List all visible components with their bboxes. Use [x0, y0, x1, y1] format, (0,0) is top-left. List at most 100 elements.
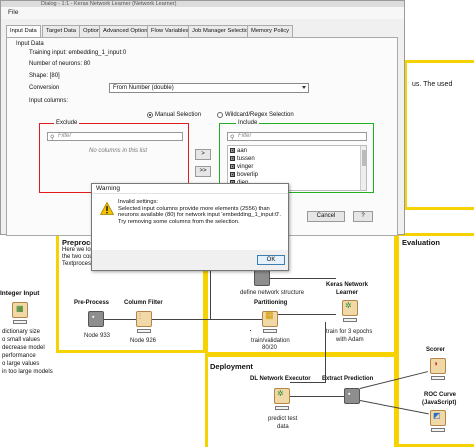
list-item-label: boverlip: [237, 172, 259, 179]
left-annotation-line-6: in too large models: [2, 369, 53, 375]
preprocess-node-label: Pre-Process: [74, 300, 110, 306]
double-type-icon: D: [230, 148, 235, 153]
keras-learner-node-label-2: Learner: [336, 290, 359, 296]
metanode-icon: ▪: [92, 314, 95, 321]
list-item-label: tussen: [237, 156, 255, 163]
partitioning-node-label: Partitioning: [254, 300, 288, 306]
integer-input-status: [13, 320, 27, 324]
help-button[interactable]: ?: [353, 211, 373, 222]
exclude-title: Exclude: [54, 120, 80, 126]
double-type-icon: D: [230, 172, 235, 177]
list-item[interactable]: Daan: [230, 148, 247, 155]
input-columns-label: Input columns:: [29, 98, 69, 104]
connection-filter-to-learner-v: [210, 270, 211, 319]
scorer-icon: ◑: [433, 359, 438, 368]
input-data-group-title: Input Data: [16, 41, 44, 47]
search-icon: ⚲: [230, 135, 235, 141]
executor-status: [275, 406, 289, 410]
add-button[interactable]: >: [195, 149, 211, 160]
include-filter-placeholder: Filter: [238, 133, 252, 139]
preprocess-node[interactable]: [88, 311, 104, 327]
list-item[interactable]: Dboverlip: [230, 172, 258, 179]
exclude-filter-placeholder: Filter: [58, 133, 72, 139]
left-annotation-line-4: performance: [2, 353, 36, 359]
conversion-select[interactable]: From Number (double): [109, 83, 309, 93]
list-item-label: vinger: [237, 164, 254, 171]
manual-selection-radio[interactable]: [147, 112, 153, 118]
include-filter-input[interactable]: ⚲ Filter: [227, 132, 367, 141]
connection-filter-partition: [152, 319, 262, 320]
partitioning-icon: ▦: [265, 310, 274, 320]
preprocess-node-sub: Node 933: [84, 333, 111, 339]
tab-job-manager-selection[interactable]: Job Manager Selection: [188, 25, 256, 37]
left-annotation-line-3: decrease model: [2, 345, 45, 351]
extract-node-label: Extract Prediction: [322, 376, 374, 382]
left-annotation-line-2: o small values: [2, 337, 41, 343]
tab-memory-policy[interactable]: Memory Policy: [247, 25, 294, 37]
extract-node[interactable]: [344, 388, 360, 404]
warning-message: Invalid settings: Selected input columns…: [118, 199, 282, 225]
warning-dialog: Warning Invalid settings: Selected input…: [91, 183, 289, 271]
column-filter-node-sub: Node 926: [130, 338, 157, 344]
integer-input-title: Integer Input: [0, 290, 40, 297]
preprocessing-line-1: Here we lo: [62, 247, 91, 253]
column-filter-icon: ⫶: [139, 312, 141, 321]
training-input-label: Training input: embedding_1_input:0: [29, 50, 127, 56]
keras-learner-node-sub-2: with Adam: [336, 337, 364, 343]
chevron-down-icon: [302, 86, 306, 89]
list-item[interactable]: Dtussen: [230, 156, 255, 163]
keras-learner-icon: ✲: [345, 301, 352, 310]
warning-title[interactable]: Warning: [92, 184, 288, 194]
scorer-node-label: Scorer: [426, 347, 446, 353]
connection-learner-exec: [290, 382, 326, 383]
wildcard-selection-radio[interactable]: [217, 112, 223, 118]
scrollbar-thumb[interactable]: [362, 150, 366, 166]
double-type-icon: D: [230, 156, 235, 161]
ok-button[interactable]: OK: [257, 255, 285, 265]
evaluation-title: Evaluation: [402, 238, 440, 247]
connection-partition-learner: [278, 314, 336, 315]
left-annotation-line-1: dictionary size: [2, 329, 41, 335]
manual-selection-label: Manual Selection: [155, 112, 202, 118]
include-title: Include: [236, 120, 260, 126]
double-type-icon: D: [230, 164, 235, 169]
search-icon: ⚲: [50, 135, 55, 141]
warning-body: Invalid settings: Selected input columns…: [92, 194, 288, 250]
exclude-empty-text: No columns in this list: [89, 148, 148, 154]
scorer-status: [431, 376, 445, 380]
keras-learner-node-label-1: Keras Network: [326, 282, 369, 288]
list-item[interactable]: Dvinger: [230, 164, 253, 171]
list-item-label: aan: [237, 148, 248, 155]
tab-flow-variables[interactable]: Flow Variables: [147, 25, 193, 37]
conversion-label: Conversion: [29, 85, 60, 91]
dialog-menubar: [1, 7, 404, 19]
partitioning-node-sub-2: 80/20: [262, 345, 278, 351]
add-all-button[interactable]: >>: [195, 166, 211, 177]
left-annotation-line-5: o large values: [2, 361, 40, 367]
metanode-icon: ▪: [348, 391, 351, 398]
exclude-filter-input[interactable]: ⚲ Filter: [47, 132, 183, 141]
network-structure-node[interactable]: [254, 270, 270, 286]
connection-partition-exec: [250, 330, 251, 331]
executor-icon: ✲: [277, 389, 284, 398]
warning-icon: [100, 202, 114, 215]
menu-file[interactable]: File: [8, 9, 18, 16]
column-filter-status: [137, 329, 151, 333]
cancel-button[interactable]: Cancel: [307, 211, 345, 222]
roc-icon: ◩: [433, 411, 441, 420]
executor-node-sub-2: data: [277, 424, 289, 430]
roc-status: [431, 428, 445, 432]
integer-input-node-glyph: ▦: [16, 304, 24, 313]
shape-label: Shape: [80]: [29, 73, 60, 79]
keras-learner-status: [343, 318, 357, 322]
warning-footer: OK: [92, 250, 288, 270]
preprocessing-line-2: the two cou: [62, 254, 93, 260]
include-list-scrollbar[interactable]: [360, 146, 366, 190]
roc-node-label-1: ROC Curve: [424, 392, 457, 398]
deployment-title: Deployment: [210, 362, 253, 371]
connection-preprocess-filter: [104, 319, 136, 320]
wildcard-selection-label: Wildcard/Regex Selection: [225, 112, 294, 118]
tab-target-data[interactable]: Target Data: [42, 25, 80, 37]
connection-structure-learner: [270, 278, 336, 279]
keras-learner-node-sub-1: train for 3 epochs: [326, 329, 373, 335]
